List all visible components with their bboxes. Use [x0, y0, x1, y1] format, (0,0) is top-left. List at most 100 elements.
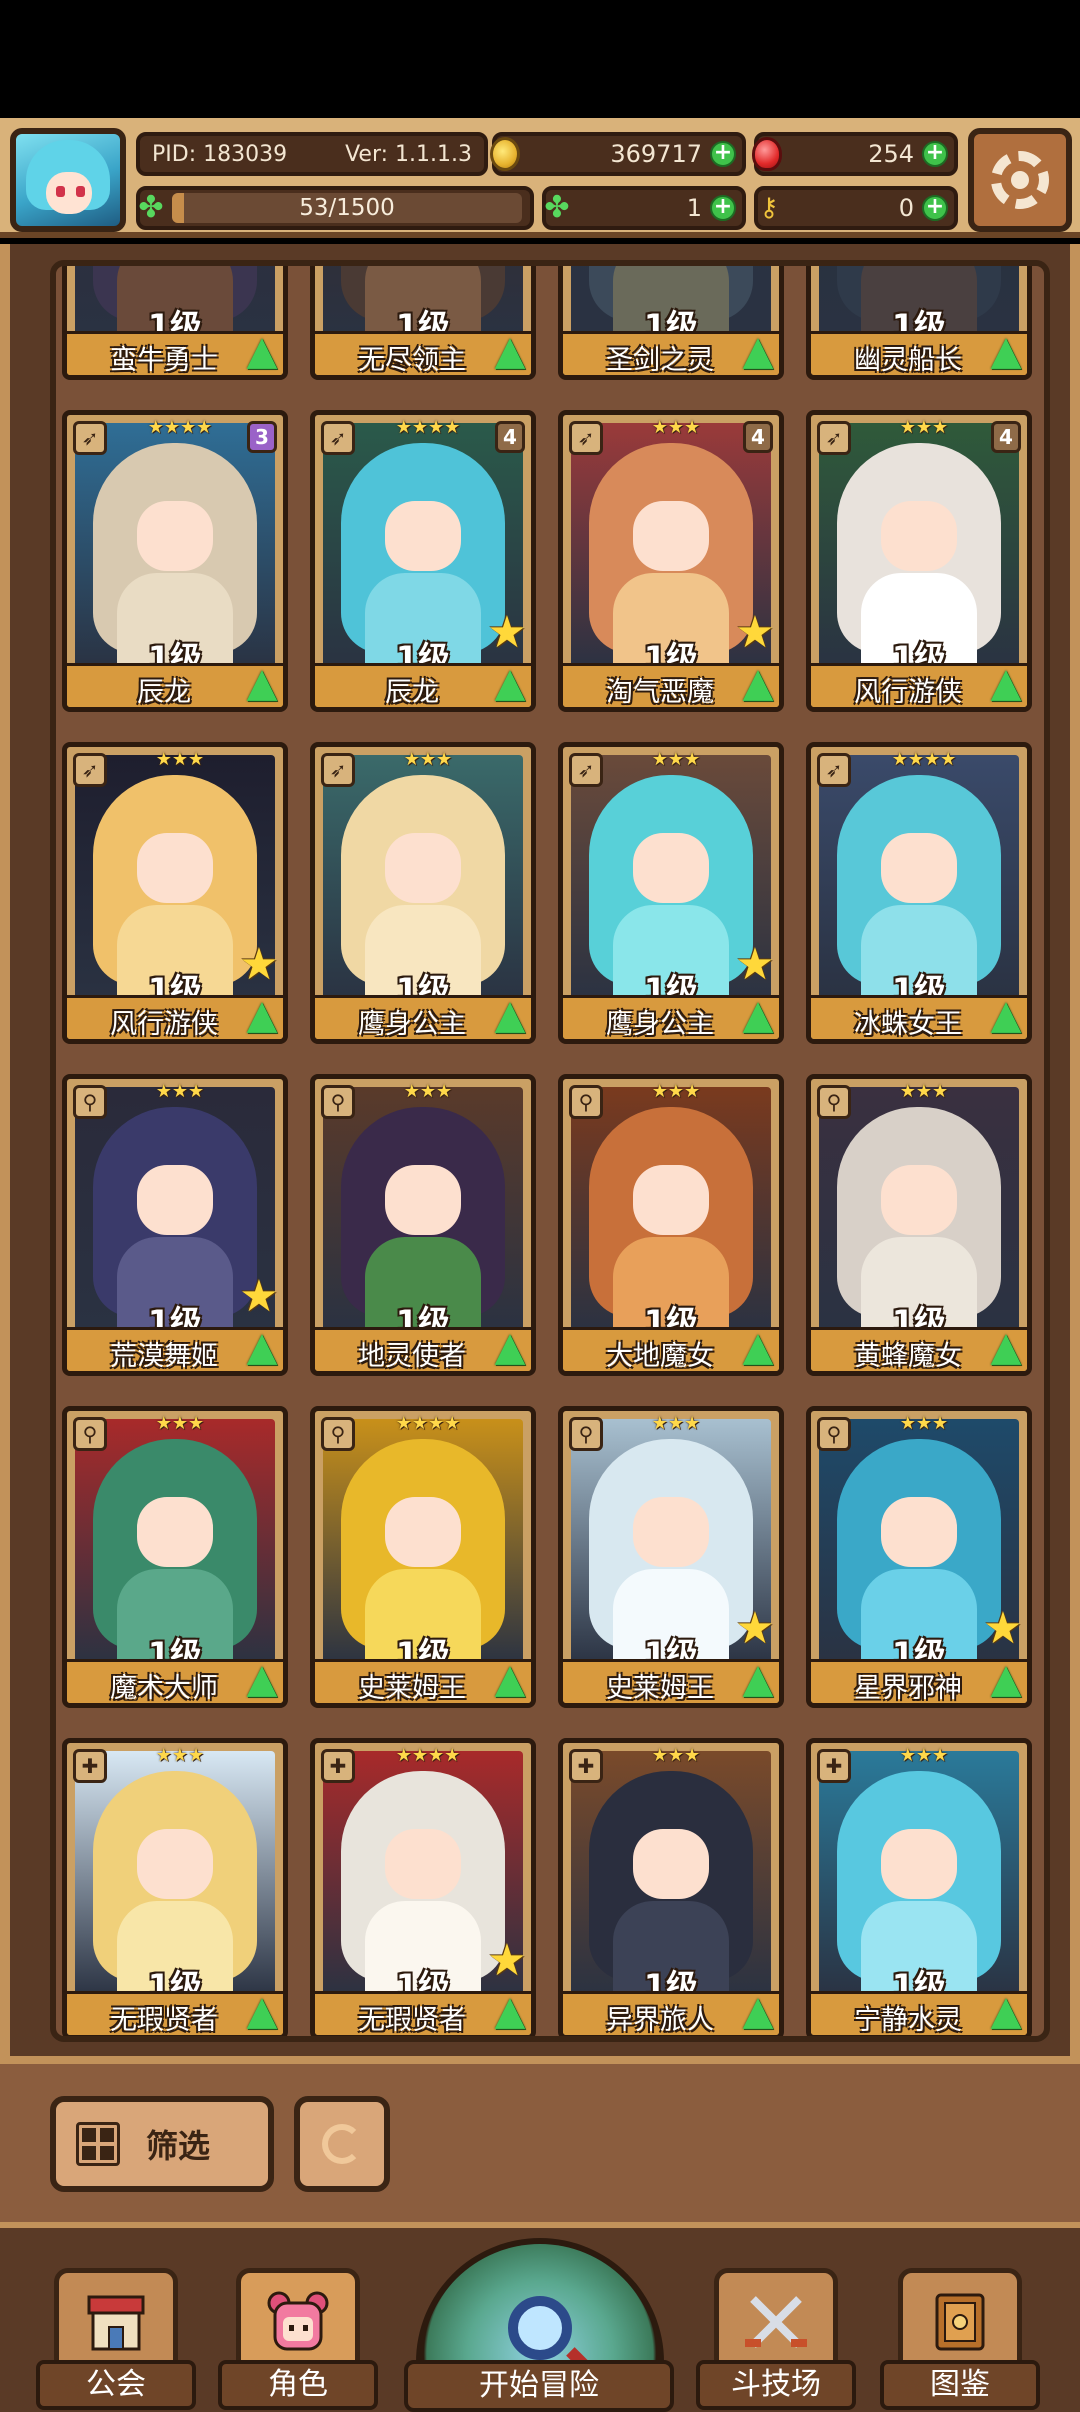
rarity-stars: ★★★: [403, 749, 453, 770]
character-name: 辰龙: [385, 677, 439, 708]
upgrade-arrow-icon[interactable]: ▲: [239, 659, 283, 707]
character-face-icon: [267, 2291, 329, 2351]
staff-class-icon: ⚲: [817, 1417, 851, 1451]
upgrade-arrow-icon[interactable]: ▲: [983, 1987, 1027, 2035]
rarity-stars: ★★★★: [147, 417, 213, 438]
rarity-stars: ★★★: [651, 1745, 701, 1766]
guild-building-icon: [87, 2295, 145, 2351]
add-key-button[interactable]: +: [922, 195, 948, 221]
key-value: 0: [898, 194, 914, 222]
upgrade-arrow-icon[interactable]: ▲: [983, 327, 1027, 375]
upgrade-arrow-icon[interactable]: ▲: [735, 1987, 779, 2035]
character-card[interactable]: ➶ ★★★ ★ 1级 风行游侠 ▲: [62, 742, 288, 1044]
bow-class-icon: ➶: [817, 421, 851, 455]
character-card[interactable]: ➶ ★★★★ 3 1级 辰龙 ▲: [62, 410, 288, 712]
character-card[interactable]: ➶ ★★★★ 1级 冰蛛女王 ▲: [806, 742, 1032, 1044]
experience-bar: ✤ 53/1500: [136, 186, 534, 230]
staff-class-icon: ⚲: [73, 1417, 107, 1451]
upgrade-arrow-icon[interactable]: ▲: [983, 991, 1027, 1039]
upgrade-arrow-icon[interactable]: ▲: [983, 1323, 1027, 1371]
upgrade-arrow-icon[interactable]: ▲: [487, 1323, 531, 1371]
character-card[interactable]: ⚲ ★★★ ★ 1级 荒漠舞姬 ▲: [62, 1074, 288, 1376]
character-card[interactable]: ⚔1级无尽领主▲: [310, 266, 536, 380]
upgrade-arrow-icon[interactable]: ▲: [735, 327, 779, 375]
upgrade-arrow-icon[interactable]: ▲: [735, 1323, 779, 1371]
character-card[interactable]: ⚔1级圣剑之灵▲: [558, 266, 784, 380]
nav-guild-label[interactable]: 公会: [36, 2360, 196, 2410]
cross-class-icon: ✚: [569, 1749, 603, 1783]
upgrade-arrow-icon[interactable]: ▲: [735, 659, 779, 707]
rarity-stars: ★★★: [899, 1745, 949, 1766]
nav-codex-label[interactable]: 图鉴: [880, 2360, 1040, 2410]
refresh-button[interactable]: [294, 2096, 390, 2192]
upgrade-arrow-icon[interactable]: ▲: [983, 1655, 1027, 1703]
character-panel: ⚔1级蛮牛勇士▲⚔1级无尽领主▲⚔1级圣剑之灵▲⚔1级幽灵船长▲ ➶★★★★31级…: [0, 244, 1080, 2056]
staff-class-icon: ⚲: [321, 1417, 355, 1451]
character-name: 冰蛛女王: [854, 1009, 962, 1040]
character-card[interactable]: ➶ ★★★ 4 ★ 1级 淘气恶魔 ▲: [558, 410, 784, 712]
bow-class-icon: ➶: [73, 753, 107, 787]
character-name: 淘气恶魔: [606, 677, 714, 708]
filter-button[interactable]: 筛选: [50, 2096, 274, 2192]
refresh-icon: [322, 2124, 362, 2164]
bottom-nav: 公会 角色 开始冒险 斗技场 图鉴: [0, 2222, 1080, 2412]
crossed-swords-icon: [745, 2296, 807, 2348]
character-card[interactable]: ➶ ★★★ 1级 鹰身公主 ▲: [310, 742, 536, 1044]
settings-button[interactable]: [968, 128, 1072, 232]
magnifier-icon: [508, 2296, 572, 2360]
bow-class-icon: ➶: [321, 753, 355, 787]
nav-arena-label[interactable]: 斗技场: [696, 2360, 856, 2410]
rank-badge: 4: [743, 421, 773, 453]
character-card[interactable]: ➶ ★★★ 4 1级 风行游侠 ▲: [806, 410, 1032, 712]
upgrade-arrow-icon[interactable]: ▲: [239, 1987, 283, 2035]
character-name: 无瑕贤者: [110, 2005, 218, 2036]
rank-badge: 4: [495, 421, 525, 453]
character-card[interactable]: ⚔1级蛮牛勇士▲: [62, 266, 288, 380]
upgrade-arrow-icon[interactable]: ▲: [487, 659, 531, 707]
character-card[interactable]: ⚲★★★★1级史莱姆王▲: [558, 1406, 784, 1708]
character-card[interactable]: ⚲ ★★★ ★ 1级 星界邪神 ▲: [806, 1406, 1032, 1708]
character-card[interactable]: ✚ ★★★ 1级 异界旅人 ▲: [558, 1738, 784, 2036]
player-avatar[interactable]: [10, 128, 126, 232]
rarity-stars: ★★★: [899, 417, 949, 438]
character-card[interactable]: ⚲★★★★1级史莱姆王▲: [310, 1406, 536, 1708]
rarity-stars: ★★★★: [395, 417, 461, 438]
add-gem-button[interactable]: +: [922, 141, 948, 167]
upgrade-arrow-icon[interactable]: ▲: [487, 327, 531, 375]
start-adventure-label[interactable]: 开始冒险: [404, 2360, 674, 2412]
character-card[interactable]: ➶ ★★★ ★ 1级 鹰身公主 ▲: [558, 742, 784, 1044]
character-name: 荒漠舞姬: [110, 1341, 218, 1372]
upgrade-arrow-icon[interactable]: ▲: [487, 1655, 531, 1703]
gear-icon: [991, 151, 1049, 209]
upgrade-arrow-icon[interactable]: ▲: [239, 991, 283, 1039]
gem-counter: 254 +: [752, 132, 958, 176]
character-card[interactable]: ⚲ ★★★ 1级 黄蜂魔女 ▲: [806, 1074, 1032, 1376]
rarity-stars: ★★★: [155, 1081, 205, 1102]
character-name: 地灵使者: [358, 1341, 466, 1372]
upgrade-arrow-icon[interactable]: ▲: [735, 1655, 779, 1703]
upgrade-arrow-icon[interactable]: ▲: [239, 1655, 283, 1703]
add-gold-button[interactable]: +: [710, 141, 736, 167]
character-card[interactable]: ➶ ★★★★ 4 ★ 1级 辰龙 ▲: [310, 410, 536, 712]
bow-class-icon: ➶: [321, 421, 355, 455]
add-clover-button[interactable]: +: [710, 195, 736, 221]
character-name: 史莱姆王: [606, 1673, 714, 1704]
character-card[interactable]: ✚ ★★★★ ★ 1级 无瑕贤者 ▲: [310, 1738, 536, 2036]
upgrade-arrow-icon[interactable]: ▲: [983, 659, 1027, 707]
upgrade-arrow-icon[interactable]: ▲: [239, 1323, 283, 1371]
character-card[interactable]: ⚔1级幽灵船长▲: [806, 266, 1032, 380]
upgrade-arrow-icon[interactable]: ▲: [735, 991, 779, 1039]
staff-class-icon: ⚲: [321, 1085, 355, 1119]
character-card[interactable]: ✚ ★★★ 1级 无瑕贤者 ▲: [62, 1738, 288, 2036]
character-grid-frame[interactable]: ⚔1级蛮牛勇士▲⚔1级无尽领主▲⚔1级圣剑之灵▲⚔1级幽灵船长▲ ➶★★★★31级…: [50, 260, 1050, 2042]
character-card[interactable]: ✚ ★★★ 1级 宁静水灵 ▲: [806, 1738, 1032, 2036]
upgrade-arrow-icon[interactable]: ▲: [487, 991, 531, 1039]
nav-role-label[interactable]: 角色: [218, 2360, 378, 2410]
player-info-box: PID: 183039 Ver: 1.1.1.3: [136, 132, 488, 176]
status-bar: [0, 0, 1080, 118]
character-card[interactable]: ⚲ ★★★ 1级 大地魔女 ▲: [558, 1074, 784, 1376]
character-card[interactable]: ⚲ ★★★ 1级 地灵使者 ▲: [310, 1074, 536, 1376]
upgrade-arrow-icon[interactable]: ▲: [239, 327, 283, 375]
upgrade-arrow-icon[interactable]: ▲: [487, 1987, 531, 2035]
character-card[interactable]: ⚲ ★★★ 1级 魔术大师 ▲: [62, 1406, 288, 1708]
